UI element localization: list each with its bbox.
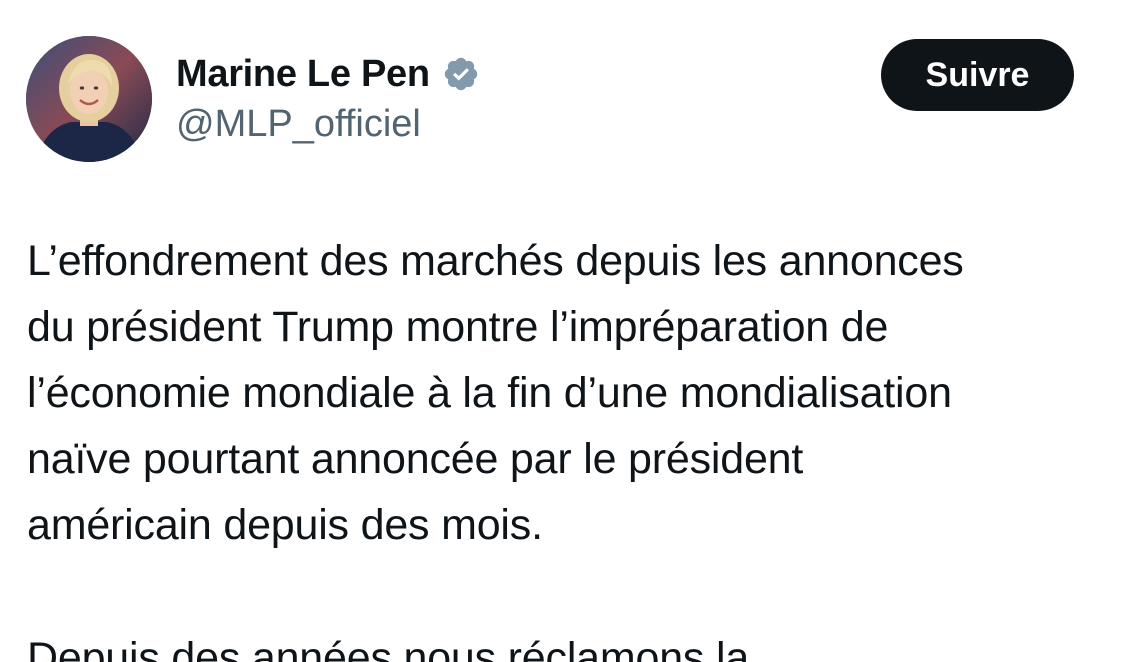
tweet-text-line: naïve pourtant annoncée par le président: [27, 435, 804, 483]
tweet-text-line: du président Trump montre l’impréparatio…: [27, 303, 889, 351]
avatar[interactable]: [26, 36, 152, 162]
tweet-text: L’effondrement des marchés depuis les an…: [27, 228, 1107, 558]
verified-badge-icon: [442, 55, 480, 93]
tweet-text-line: L’effondrement des marchés depuis les an…: [27, 237, 964, 285]
tweet-text-paragraph-2: Depuis des années nous réclamons la: [27, 634, 750, 662]
author-handle[interactable]: @MLP_officiel: [176, 101, 421, 147]
tweet-text-line: l’économie mondiale à la fin d’une mondi…: [27, 369, 952, 417]
author-name-row: Marine Le Pen: [176, 51, 480, 97]
avatar-photo: [26, 36, 152, 162]
author-display-name[interactable]: Marine Le Pen: [176, 51, 430, 97]
follow-button[interactable]: Suivre: [881, 39, 1074, 111]
tweet-text-line: américain depuis des mois.: [27, 501, 543, 549]
